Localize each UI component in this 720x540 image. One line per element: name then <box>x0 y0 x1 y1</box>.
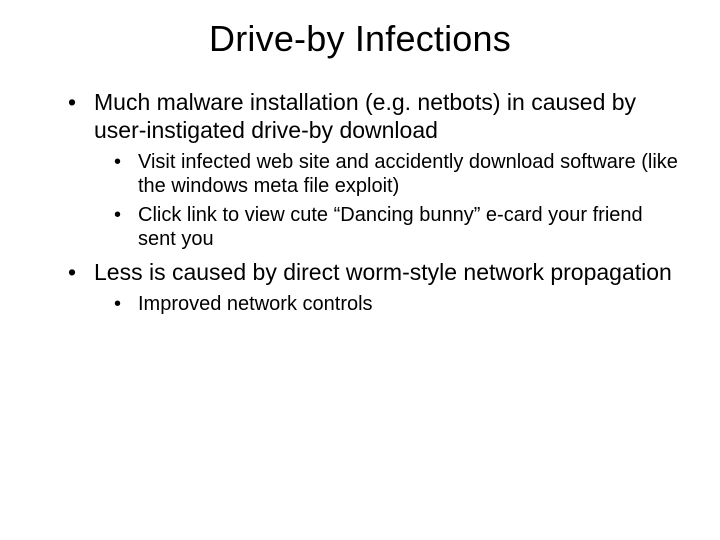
list-item: Click link to view cute “Dancing bunny” … <box>114 203 680 252</box>
bullet-text: Much malware installation (e.g. netbots)… <box>94 89 636 143</box>
list-item: Much malware installation (e.g. netbots)… <box>68 88 680 252</box>
list-item: Visit infected web site and accidently d… <box>114 150 680 199</box>
slide: Drive-by Infections Much malware install… <box>0 0 720 540</box>
bullet-list-level2: Visit infected web site and accidently d… <box>94 150 680 252</box>
slide-title: Drive-by Infections <box>40 18 680 60</box>
bullet-text: Less is caused by direct worm-style netw… <box>94 259 672 285</box>
list-item: Improved network controls <box>114 292 680 316</box>
bullet-text: Click link to view cute “Dancing bunny” … <box>138 204 643 250</box>
bullet-list-level1: Much malware installation (e.g. netbots)… <box>40 88 680 316</box>
bullet-list-level2: Improved network controls <box>94 292 680 316</box>
bullet-text: Improved network controls <box>138 293 373 315</box>
bullet-text: Visit infected web site and accidently d… <box>138 151 678 197</box>
list-item: Less is caused by direct worm-style netw… <box>68 258 680 316</box>
